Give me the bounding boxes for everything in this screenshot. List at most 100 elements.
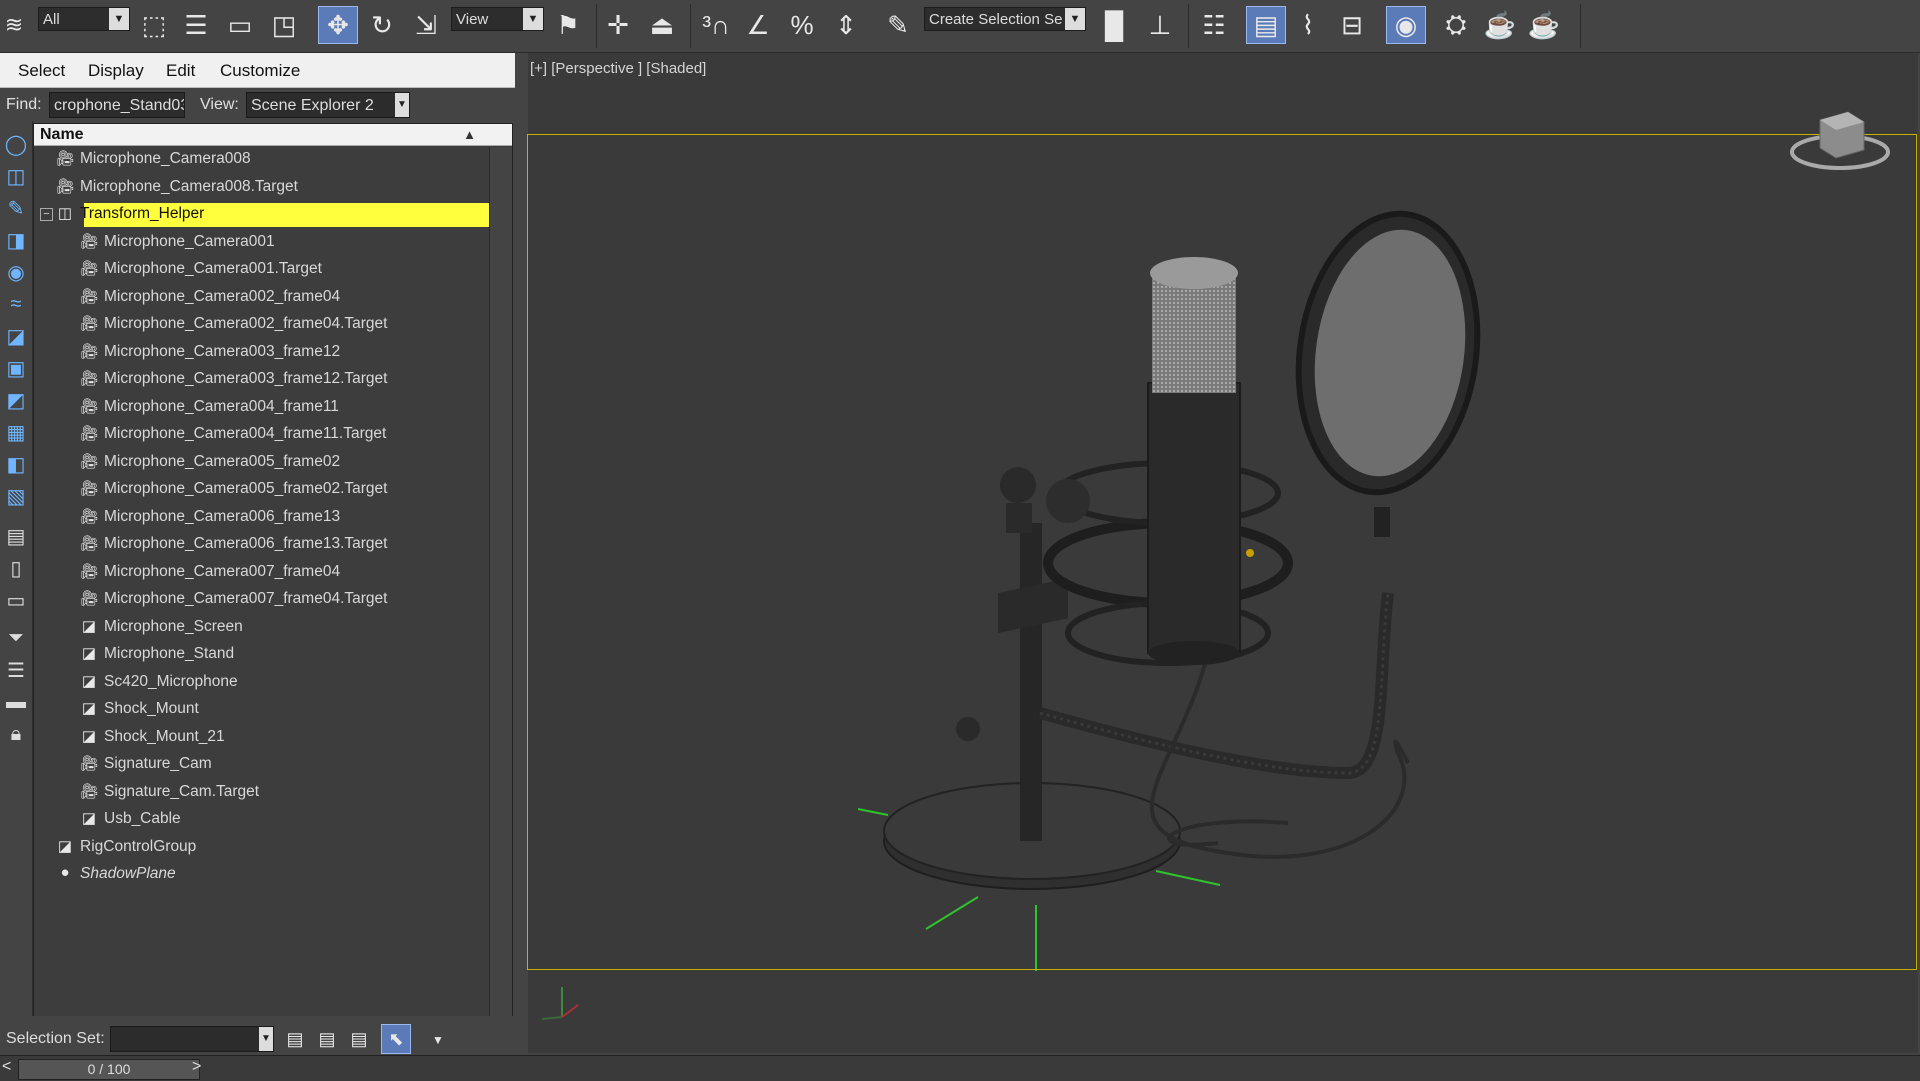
display-frozen-icon[interactable]: ▧: [3, 483, 29, 509]
list-item[interactable]: 🎥︎ Microphone_Camera006_frame13.Target: [34, 532, 489, 558]
align-icon[interactable]: ⊥: [1142, 6, 1178, 44]
display-shapes-icon[interactable]: ✎: [3, 195, 29, 221]
named-selection-dropdown[interactable]: Create Selection Se ▼: [924, 7, 1086, 31]
list-item[interactable]: 🎥︎ Microphone_Camera002_frame04: [34, 285, 489, 311]
rect-region-icon[interactable]: ▭: [222, 6, 258, 44]
select-manipulate-icon[interactable]: ✛: [600, 6, 636, 44]
list-item[interactable]: 🎥︎ Microphone_Camera008.Target: [34, 175, 489, 201]
list-item[interactable]: 🎥︎ Microphone_Camera004_frame11.Target: [34, 422, 489, 448]
curve-editor-icon[interactable]: ⌇: [1290, 6, 1326, 44]
scale-icon[interactable]: ⇲: [408, 6, 444, 44]
display-cameras-icon[interactable]: ◉: [3, 259, 29, 285]
display-containers-icon[interactable]: ◧: [3, 451, 29, 477]
display-spacewarps-icon[interactable]: ◪: [3, 323, 29, 349]
list-item-label: Microphone_Camera001: [104, 232, 275, 250]
list-item[interactable]: ◪ Sc420_Microphone: [34, 670, 489, 696]
layer-stack-icon[interactable]: ▬: [3, 689, 29, 715]
document-icon[interactable]: ▭: [3, 587, 29, 613]
schematic-view-icon[interactable]: ⊟: [1334, 6, 1370, 44]
display-groups-icon[interactable]: ▣: [3, 355, 29, 381]
list-item[interactable]: 🎥︎ Microphone_Camera003_frame12: [34, 340, 489, 366]
display-none-icon[interactable]: ◯: [3, 131, 29, 157]
render-icon[interactable]: ☕: [1526, 6, 1562, 44]
menu-edit[interactable]: Edit: [166, 61, 195, 81]
select-set-icon[interactable]: ⬉: [381, 1024, 411, 1054]
menu-select[interactable]: Select: [18, 61, 65, 81]
list-item[interactable]: 🎥︎ Microphone_Camera007_frame04.Target: [34, 587, 489, 613]
edit-named-sets-icon[interactable]: ✎: [880, 6, 916, 44]
mirror-icon[interactable]: ▐▌: [1096, 6, 1133, 44]
snap-3d-icon[interactable]: ³∩: [698, 6, 734, 44]
rotate-icon[interactable]: ↻: [364, 6, 400, 44]
display-geometry-icon[interactable]: ◫: [3, 163, 29, 189]
menu-display[interactable]: Display: [88, 61, 144, 81]
prev-frame-icon[interactable]: <: [2, 1058, 11, 1076]
display-bones-icon[interactable]: ▦: [3, 419, 29, 445]
list-item[interactable]: ◪ Shock_Mount_21: [34, 725, 489, 751]
list-item[interactable]: ◪ RigControlGroup: [34, 835, 489, 861]
lock-icon[interactable]: 🔒︎: [3, 721, 29, 747]
remove-from-set-icon[interactable]: ▤: [346, 1026, 372, 1052]
list-icon[interactable]: ▤: [3, 523, 29, 549]
list-item[interactable]: 🎥︎ Microphone_Camera007_frame04: [34, 560, 489, 586]
scene-explorer-icon[interactable]: ☷: [1196, 6, 1232, 44]
layers-icon[interactable]: ≋: [0, 6, 28, 44]
list-item[interactable]: 🎥︎ Microphone_Camera001: [34, 230, 489, 256]
menu-customize[interactable]: Customize: [220, 61, 300, 81]
use-pivot-icon[interactable]: ⚑: [550, 6, 586, 44]
list-item[interactable]: 🎥︎ Microphone_Camera005_frame02.Target: [34, 477, 489, 503]
list-item[interactable]: ◪ Microphone_Screen: [34, 615, 489, 641]
list-item[interactable]: ◪ Shock_Mount: [34, 697, 489, 723]
move-icon[interactable]: ✥: [318, 6, 358, 44]
rendered-frame-icon[interactable]: ☕: [1482, 6, 1518, 44]
vertical-scrollbar[interactable]: [489, 147, 512, 1017]
list-item[interactable]: 🎥︎ Microphone_Camera001.Target: [34, 257, 489, 283]
filter-icon[interactable]: ⏷: [3, 625, 29, 651]
list-item[interactable]: 🎥︎ Microphone_Camera005_frame02: [34, 450, 489, 476]
render-setup-icon[interactable]: ⛭: [1438, 6, 1474, 44]
page-icon[interactable]: ▯: [3, 555, 29, 581]
list-item-label: Transform_Helper: [80, 205, 205, 222]
list-item[interactable]: 🎥︎ Microphone_Camera002_frame04.Target: [34, 312, 489, 338]
add-to-set-icon[interactable]: ▤: [314, 1026, 340, 1052]
chevron-down-icon: ▼: [395, 93, 409, 117]
list-item-label: RigControlGroup: [80, 837, 197, 855]
camera-icon: 🎥︎: [80, 562, 100, 580]
list-item[interactable]: 🎥︎ Microphone_Camera006_frame13: [34, 505, 489, 531]
window-crossing-icon[interactable]: ◳: [266, 6, 302, 44]
chevron-down-icon[interactable]: ▼: [428, 1028, 448, 1052]
column-header-name[interactable]: Name ▲: [34, 124, 512, 146]
next-frame-icon[interactable]: >: [192, 1058, 201, 1076]
time-slider[interactable]: 0 / 100: [18, 1059, 200, 1080]
selection-filter-dropdown[interactable]: All ▼: [38, 7, 130, 31]
percent-snap-icon[interactable]: %: [784, 6, 820, 44]
list-item[interactable]: 🎥︎ Microphone_Camera008: [34, 147, 489, 173]
list-item[interactable]: − ◫ Transform_Helper: [34, 202, 489, 228]
material-editor-icon[interactable]: ◉: [1386, 6, 1426, 44]
list-item[interactable]: 🎥︎ Signature_Cam.Target: [34, 780, 489, 806]
filter-list-icon[interactable]: ☰: [3, 657, 29, 683]
selection-set-dropdown[interactable]: ▼: [110, 1026, 274, 1052]
select-object-icon[interactable]: ⬚: [136, 6, 172, 44]
angle-snap-icon[interactable]: ∠: [740, 6, 776, 44]
viewcube-icon[interactable]: [1790, 100, 1890, 180]
spinner-snap-icon[interactable]: ⇕: [828, 6, 864, 44]
list-item[interactable]: ◪ Usb_Cable: [34, 807, 489, 833]
list-item[interactable]: 🎥︎ Signature_Cam: [34, 752, 489, 778]
display-lights-icon[interactable]: ◨: [3, 227, 29, 253]
list-item[interactable]: ◪ Microphone_Stand: [34, 642, 489, 668]
create-set-icon[interactable]: ▤: [282, 1026, 308, 1052]
find-input[interactable]: crophone_Stand03: [49, 92, 185, 118]
list-item[interactable]: ● ShadowPlane: [34, 862, 489, 888]
display-xrefs-icon[interactable]: ◩: [3, 387, 29, 413]
collapse-toggle-icon[interactable]: −: [40, 208, 53, 221]
select-by-name-icon[interactable]: ☰: [178, 6, 214, 44]
reference-coordinate-dropdown[interactable]: View ▼: [451, 7, 544, 31]
viewport-label[interactable]: [+] [Perspective ] [Shaded]: [530, 60, 706, 77]
keyboard-shortcut-icon[interactable]: ⏏: [644, 6, 680, 44]
layer-explorer-icon[interactable]: ▤: [1246, 6, 1286, 44]
view-dropdown[interactable]: Scene Explorer 2 ▼: [246, 92, 410, 118]
list-item[interactable]: 🎥︎ Microphone_Camera004_frame11: [34, 395, 489, 421]
display-helpers-icon[interactable]: ≈: [3, 291, 29, 317]
list-item[interactable]: 🎥︎ Microphone_Camera003_frame12.Target: [34, 367, 489, 393]
